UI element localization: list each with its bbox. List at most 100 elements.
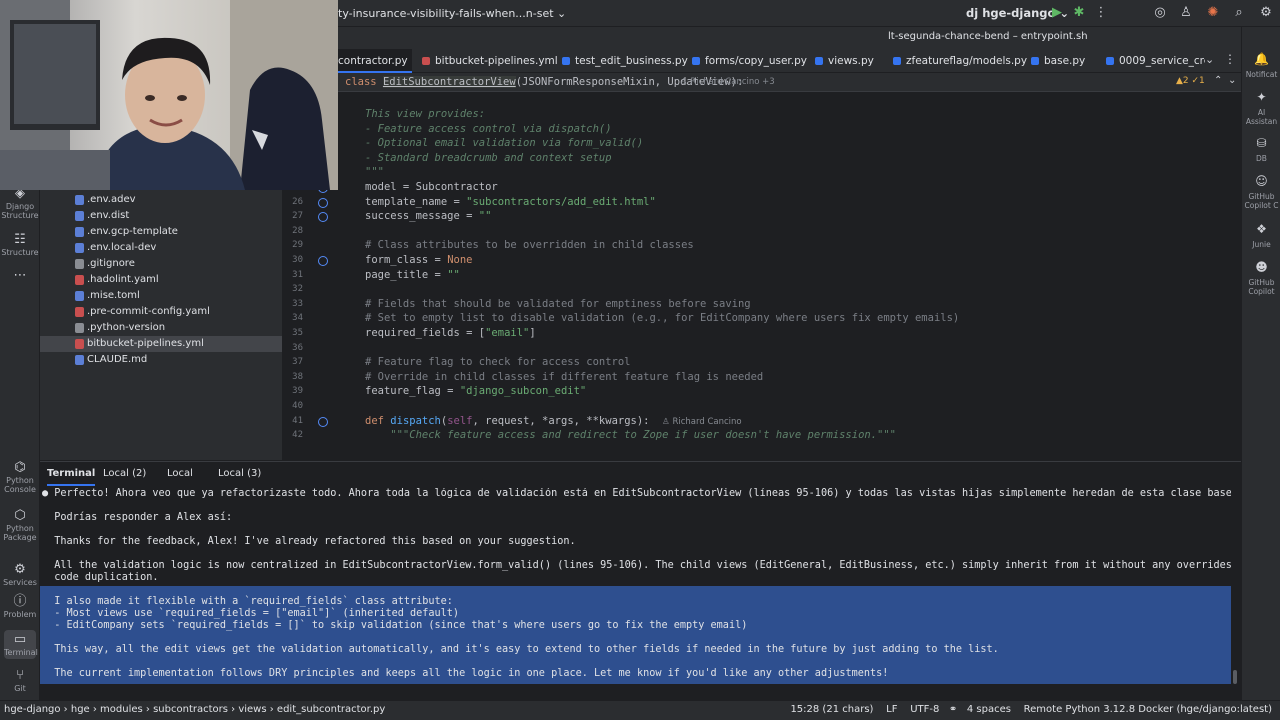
- file-encoding[interactable]: UTF-8: [910, 704, 939, 715]
- toolwindow-database[interactable]: ⛁ DB: [1242, 137, 1280, 163]
- tree-file[interactable]: .env.gcp-template: [40, 224, 282, 240]
- project-name: hge-django: [982, 6, 1056, 20]
- tree-file[interactable]: .mise.toml: [40, 288, 282, 304]
- format-icon[interactable]: ⚭: [949, 704, 957, 715]
- override-marker-icon[interactable]: [318, 212, 328, 223]
- toolwindow-copilot[interactable]: ☻ GitHub Copilot: [1242, 261, 1280, 296]
- tab-0009-service[interactable]: 0009_service_crea: [1105, 49, 1205, 73]
- sidebar-item-problems[interactable]: ⓘ Problem: [0, 594, 40, 619]
- tab-label: zfeatureflag/models.py: [906, 55, 1028, 67]
- terminal-tabs: Terminal Local (2) Local Local (3): [40, 462, 1241, 486]
- claude-icon[interactable]: ✺: [1204, 4, 1222, 22]
- toolwindow-junie[interactable]: ❖ Junie: [1242, 223, 1280, 249]
- tree-file[interactable]: .hadolint.yaml: [40, 272, 282, 288]
- code-line: - Standard breadcrumb and context setup: [365, 151, 612, 164]
- env-icon: [75, 227, 84, 237]
- caret-position[interactable]: 15:28 (21 chars): [790, 704, 873, 715]
- more-actions-icon[interactable]: ⋮: [1092, 4, 1110, 22]
- inspection-count[interactable]: ▲2 ✓1: [1176, 76, 1205, 86]
- author-annotation[interactable]: ♙ Richard Cancino +3: [680, 77, 775, 87]
- toolwindow-bell[interactable]: 🔔 Notificat: [1242, 53, 1280, 79]
- tree-file[interactable]: .gitignore: [40, 256, 282, 272]
- tab-bitbucket-pipelines[interactable]: bitbucket-pipelines.yml: [421, 49, 558, 73]
- file-name: .env.gcp-template: [87, 226, 178, 237]
- terminal-output[interactable]: ● Perfecto! Ahora veo que ya refactoriza…: [40, 488, 1231, 684]
- line-ending[interactable]: LF: [886, 704, 897, 715]
- indent-setting[interactable]: 4 spaces: [967, 704, 1011, 715]
- tab-test-edit-business[interactable]: test_edit_business.py: [561, 49, 688, 73]
- tree-file[interactable]: bitbucket-pipelines.yml: [40, 336, 282, 352]
- code-line: """: [365, 166, 384, 179]
- tree-file[interactable]: .python-version: [40, 320, 282, 336]
- python-console-icon: ⌬: [14, 460, 26, 475]
- sidebar-item-django[interactable]: ◈ Django Structure: [0, 186, 40, 220]
- chevron-up-icon[interactable]: ⌃: [1214, 75, 1222, 86]
- toolwindow-copilot-chat[interactable]: ☺ GitHub Copilot C: [1242, 175, 1280, 210]
- breadcrumb[interactable]: hge-django › hge › modules › subcontract…: [4, 704, 385, 715]
- sticky-class-header: class EditSubcontractorView(JSONFormResp…: [338, 73, 1241, 92]
- file-name: .env.local-dev: [87, 242, 157, 253]
- tree-file[interactable]: .pre-commit-config.yaml: [40, 304, 282, 320]
- sidebar-item-python-console[interactable]: ⌬ Python Console: [0, 460, 40, 494]
- git-icon: ⑂: [16, 668, 24, 683]
- toolwindow-label: Notificat: [1245, 70, 1278, 79]
- override-marker-icon[interactable]: [318, 416, 328, 427]
- run-config-label[interactable]: lt-segunda-chance-bend – entrypoint.sh: [888, 31, 1088, 42]
- tab-terminal[interactable]: Terminal: [47, 462, 96, 486]
- tab-zfeatureflag-models[interactable]: zfeatureflag/models.py: [892, 49, 1027, 73]
- sidebar-item-more[interactable]: ⋯: [0, 268, 40, 284]
- tree-file[interactable]: .env.adev: [40, 192, 282, 208]
- run-icon[interactable]: ▶: [1048, 4, 1066, 22]
- sidebar-item-terminal[interactable]: ▭ Terminal: [4, 630, 38, 659]
- python-package-icon: ⬡: [14, 508, 26, 523]
- override-marker-icon[interactable]: [318, 256, 328, 266]
- branch-selector[interactable]: ty-insurance-visibility-fails-when...n-s…: [338, 7, 566, 20]
- tab-views[interactable]: views.py: [814, 49, 874, 73]
- add-user-icon[interactable]: ♙: [1177, 4, 1195, 22]
- search-icon[interactable]: ⌕: [1230, 4, 1248, 22]
- code-line: page_title = "": [365, 268, 460, 281]
- code-editor[interactable]: This view provides: - Feature access cont…: [338, 92, 1241, 460]
- tab-local[interactable]: Local: [167, 462, 193, 486]
- line-number: 35: [292, 328, 303, 338]
- sidebar-item-python-package[interactable]: ⬡ Python Package: [0, 508, 40, 542]
- sidebar-item-label: Python Package: [3, 524, 37, 542]
- code-line: # Fields that should be validated for em…: [365, 297, 751, 310]
- code-line: # Class attributes to be overridden in c…: [365, 239, 694, 252]
- terminal-scrollbar[interactable]: [1233, 670, 1237, 684]
- tab-base[interactable]: base.py: [1030, 49, 1085, 73]
- tree-file[interactable]: CLAUDE.md: [40, 352, 282, 368]
- tab-local-2[interactable]: Local (2): [103, 462, 146, 486]
- line-number: 32: [292, 284, 303, 295]
- tree-file[interactable]: .env.dist: [40, 208, 282, 224]
- author-text: Richard Cancino +3: [690, 77, 775, 87]
- debug-icon[interactable]: ✱: [1070, 4, 1088, 22]
- file-icon: [75, 259, 84, 269]
- tab-more-icon[interactable]: ⋮: [1224, 52, 1236, 66]
- tab-copy-user[interactable]: forms/copy_user.py: [691, 49, 807, 73]
- chevron-down-icon[interactable]: ⌄: [1205, 53, 1214, 66]
- code-line: # Feature flag to check for access contr…: [365, 356, 631, 369]
- tab-local-3[interactable]: Local (3): [218, 462, 261, 486]
- code-line: """Check feature access and redirect to …: [365, 429, 897, 442]
- ai-icon[interactable]: ◎: [1151, 4, 1169, 22]
- settings-icon[interactable]: ⚙: [1257, 4, 1275, 22]
- sidebar-item-git[interactable]: ⑂ Git: [0, 668, 40, 693]
- file-name: .pre-commit-config.yaml: [87, 306, 210, 317]
- chevron-down-icon[interactable]: ⌄: [1228, 75, 1236, 86]
- sidebar-item-label: Structure: [1, 248, 39, 257]
- tab-label: contractor.py: [338, 55, 408, 67]
- sidebar-item-services[interactable]: ⚙ Services: [0, 562, 40, 587]
- python-interpreter[interactable]: Remote Python 3.12.8 Docker (hge/django:…: [1024, 704, 1272, 715]
- tree-file[interactable]: .env.local-dev: [40, 240, 282, 256]
- line-number: 34: [292, 313, 303, 324]
- terminal-line: All the validation logic is now centrali…: [54, 560, 1231, 571]
- terminal-line: Podrías responder a Alex así:: [42, 512, 233, 523]
- line-number: 29: [292, 240, 303, 251]
- sidebar-item-structure[interactable]: ☷ Structure: [0, 232, 40, 257]
- override-marker-icon[interactable]: [318, 197, 328, 208]
- tab-edit-subcontractor[interactable]: contractor.py: [338, 49, 412, 73]
- tab-label: 0009_service_crea: [1119, 55, 1205, 67]
- terminal-icon: ▭: [13, 632, 27, 647]
- toolwindow-ai[interactable]: ✦ AI Assistan: [1242, 91, 1280, 126]
